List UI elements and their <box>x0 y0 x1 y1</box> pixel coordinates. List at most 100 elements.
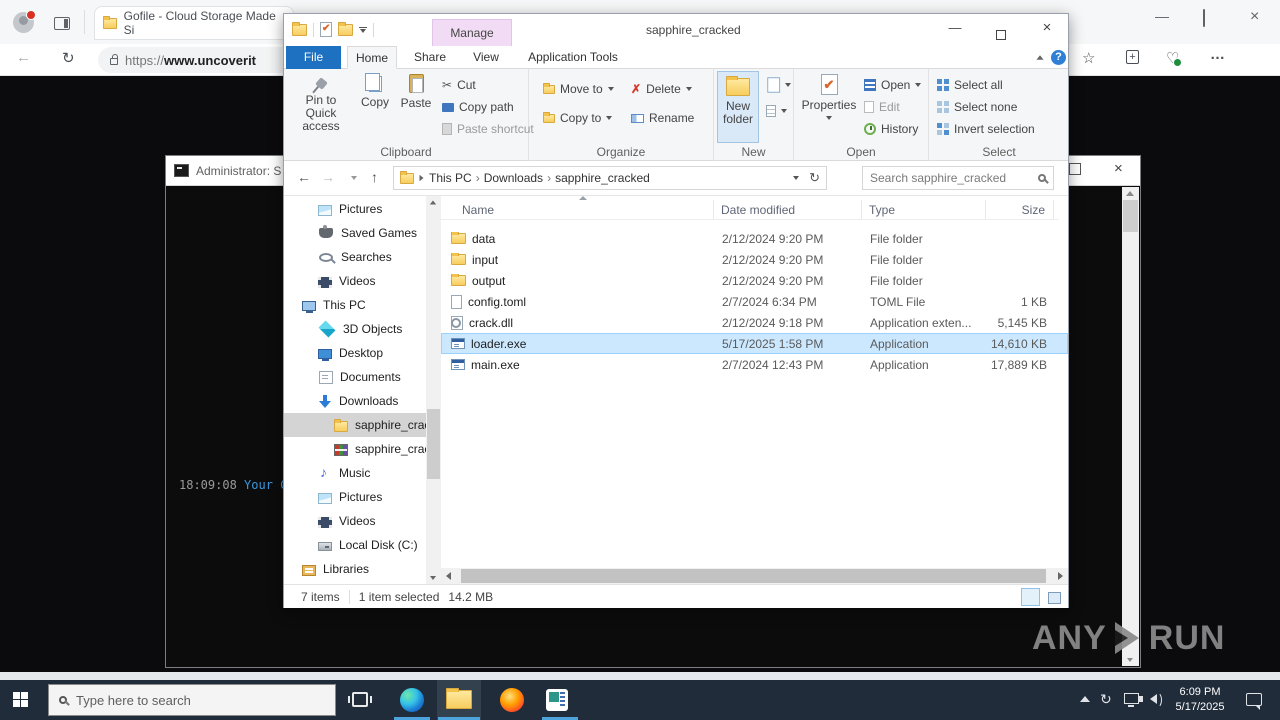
speaker-icon[interactable] <box>1139 692 1162 708</box>
tab-share[interactable]: Share <box>403 46 457 69</box>
browser-tab[interactable]: Gofile - Cloud Storage Made Si <box>94 6 294 40</box>
breadcrumb-item[interactable]: This PC <box>429 171 472 185</box>
tab-application-tools[interactable]: Application Tools <box>513 46 633 69</box>
column-header-date-modified[interactable]: Date modified <box>714 200 862 219</box>
qat-customize-icon[interactable] <box>359 26 367 33</box>
running-app-icon[interactable] <box>546 689 568 711</box>
edit-button[interactable]: Edit <box>864 100 900 114</box>
move-to-button[interactable]: Move to <box>543 82 614 96</box>
sidebar-item-3d-objects[interactable]: 3D Objects <box>284 317 441 341</box>
delete-button[interactable]: ✗ Delete <box>631 82 692 96</box>
sidebar-item-music[interactable]: Music <box>284 461 441 485</box>
back-button[interactable]: ← <box>297 169 311 185</box>
easy-access-button[interactable] <box>766 105 787 117</box>
firefox-icon[interactable] <box>500 688 524 712</box>
open-button[interactable]: Open <box>864 78 922 92</box>
up-button[interactable]: ↑ <box>371 169 378 185</box>
search-box[interactable]: Search sapphire_cracked <box>862 166 1054 190</box>
sidebar-item-libraries[interactable]: Libraries <box>284 557 441 581</box>
browser-profile-avatar-icon[interactable] <box>13 10 36 33</box>
sidebar-item-sapphire-crac[interactable]: sapphire_crac <box>284 437 441 461</box>
select-none-button[interactable]: Select none <box>937 100 1017 114</box>
favorites-star-icon[interactable]: ☆ <box>1082 49 1095 67</box>
browser-essentials-icon[interactable]: ♡ <box>1166 50 1179 67</box>
browser-back-icon[interactable]: ← <box>16 49 31 66</box>
sidebar-item-sapphire-crac[interactable]: sapphire_crac <box>284 413 441 437</box>
cut-button[interactable]: ✂ Cut <box>442 78 476 92</box>
file-row[interactable]: output 2/12/2024 9:20 PM File folder <box>441 270 1068 291</box>
breadcrumb-item[interactable]: sapphire_cracked <box>555 171 650 185</box>
paste-button[interactable]: Paste <box>396 73 436 110</box>
select-all-button[interactable]: Select all <box>937 78 1003 92</box>
horizontal-scrollbar[interactable] <box>441 568 1068 584</box>
file-row[interactable]: data 2/12/2024 9:20 PM File folder <box>441 228 1068 249</box>
copy-button[interactable]: Copy <box>356 73 394 109</box>
new-item-button[interactable] <box>766 77 791 93</box>
sidebar-item-videos[interactable]: Videos <box>284 509 441 533</box>
paste-shortcut-button[interactable]: Paste shortcut <box>442 122 534 136</box>
column-header-size[interactable]: Size <box>986 200 1054 219</box>
network-icon[interactable] <box>1124 693 1139 707</box>
sidebar-item-videos[interactable]: Videos <box>284 269 441 293</box>
file-row[interactable]: config.toml 2/7/2024 6:34 PM TOML File 1 KB <box>441 291 1068 312</box>
file-explorer-icon[interactable] <box>446 688 472 709</box>
file-row[interactable]: loader.exe 5/17/2025 1:58 PM Application 14… <box>441 333 1068 354</box>
properties-button[interactable]: ✔ Properties <box>802 73 856 120</box>
invert-selection-button[interactable]: Invert selection <box>937 122 1035 136</box>
taskbar-clock[interactable]: 6:09 PM 5/17/2025 <box>1168 685 1232 715</box>
pin-to-quick-access-button[interactable]: Pin to Quick access <box>290 73 352 133</box>
copy-to-button[interactable]: Copy to <box>543 111 613 125</box>
file-row[interactable]: input 2/12/2024 9:20 PM File folder <box>441 249 1068 270</box>
sidebar-item-saved-games[interactable]: Saved Games <box>284 221 441 245</box>
qat-folder-icon[interactable] <box>292 21 307 36</box>
explorer-close-button[interactable]: × <box>1024 14 1070 44</box>
sidebar-item-pictures[interactable]: Pictures <box>284 197 441 221</box>
action-center-icon[interactable] <box>1246 693 1262 710</box>
sidebar-item-documents[interactable]: Documents <box>284 365 441 389</box>
copy-path-button[interactable]: Copy path <box>442 100 514 114</box>
address-dropdown-icon[interactable] <box>793 176 800 180</box>
large-icons-view-button[interactable] <box>1044 588 1063 606</box>
browser-restore-button[interactable] <box>1203 9 1205 27</box>
tray-expand-icon[interactable] <box>1080 696 1090 702</box>
address-bar[interactable]: This PC › Downloads › sapphire_cracked ↻ <box>393 166 827 190</box>
console-close-button[interactable]: × <box>1114 160 1123 177</box>
tab-file[interactable]: File <box>286 46 341 69</box>
qat-folder2-icon[interactable] <box>338 21 353 36</box>
explorer-minimize-button[interactable]: — <box>932 14 978 44</box>
sidebar-item-this-pc[interactable]: This PC <box>284 293 441 317</box>
tab-view[interactable]: View <box>463 46 509 69</box>
file-row[interactable]: main.exe 2/7/2024 12:43 PM Application 17,8… <box>441 354 1068 375</box>
browser-menu-icon[interactable]: … <box>1210 46 1225 63</box>
recent-locations-icon[interactable] <box>351 176 357 180</box>
tab-home[interactable]: Home <box>347 46 397 69</box>
details-view-button[interactable] <box>1021 588 1040 606</box>
start-button[interactable] <box>13 692 28 707</box>
sidebar-item-pictures[interactable]: Pictures <box>284 485 441 509</box>
browser-close-button[interactable]: × <box>1250 8 1259 26</box>
sidebar-scrollbar[interactable] <box>426 196 441 584</box>
refresh-icon[interactable]: ↻ <box>809 170 820 186</box>
qat-properties-icon[interactable]: ✔ <box>320 22 332 37</box>
history-button[interactable]: History <box>864 122 918 136</box>
sidebar-item-local-disk-c-[interactable]: Local Disk (C:) <box>284 533 441 557</box>
breadcrumb-item[interactable]: Downloads <box>484 171 543 185</box>
column-header-type[interactable]: Type <box>862 200 986 219</box>
collections-icon[interactable]: + <box>1126 47 1139 64</box>
browser-sidebar-icon[interactable] <box>54 17 70 30</box>
tray-update-icon[interactable]: ↻ <box>1100 691 1112 708</box>
console-maximize-button[interactable] <box>1069 163 1081 175</box>
console-scrollbar[interactable] <box>1122 187 1139 666</box>
taskbar-search[interactable]: Type here to search <box>48 684 336 716</box>
sidebar-item-desktop[interactable]: Desktop <box>284 341 441 365</box>
column-header-name[interactable]: Name <box>441 196 714 219</box>
help-icon[interactable]: ? <box>1051 50 1066 65</box>
new-folder-button[interactable]: New folder <box>717 71 759 143</box>
minimize-ribbon-icon[interactable] <box>1036 55 1044 60</box>
rename-button[interactable]: Rename <box>631 111 694 125</box>
edge-icon[interactable] <box>400 688 424 712</box>
file-row[interactable]: crack.dll 2/12/2024 9:18 PM Application ex… <box>441 312 1068 333</box>
browser-reload-icon[interactable]: ↻ <box>62 49 75 67</box>
task-view-icon[interactable] <box>348 692 372 707</box>
sidebar-item-searches[interactable]: Searches <box>284 245 441 269</box>
